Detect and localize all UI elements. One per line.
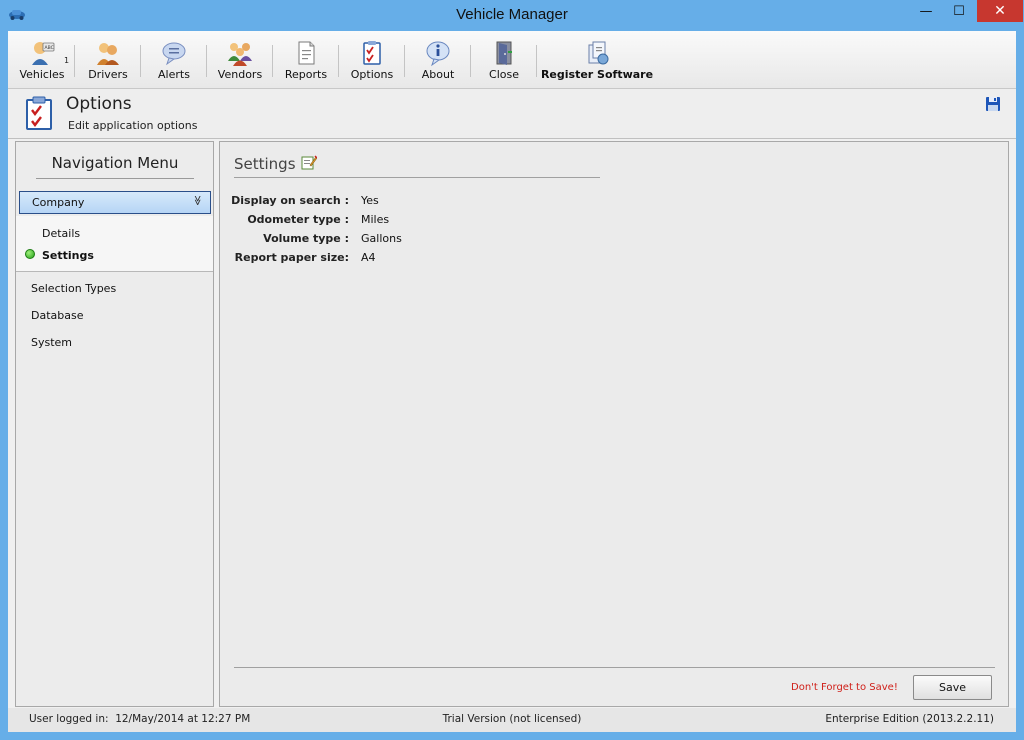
toolbar-drivers-label: Drivers — [88, 68, 128, 81]
alerts-icon — [162, 42, 186, 66]
active-status-dot-icon — [25, 249, 35, 259]
app-window: Vehicle Manager — ☐ ✕ ABC 1 Vehicles Dri… — [0, 0, 1024, 740]
setting-row-odometer-type: Odometer type : Miles — [220, 213, 620, 231]
client-area: ABC 1 Vehicles Drivers Alerts Vendors Re… — [8, 31, 1016, 732]
save-button[interactable]: Save — [913, 675, 992, 700]
toolbar-options-button[interactable]: Options — [348, 31, 396, 89]
setting-value: Miles — [361, 213, 390, 226]
toolbar-separator — [404, 45, 405, 77]
toolbar-register-label: Register Software — [540, 68, 654, 81]
nav-group-label: Company — [32, 196, 85, 209]
toolbar-about-label: About — [421, 68, 455, 81]
setting-value: A4 — [361, 251, 376, 264]
setting-label: Report paper size: — [234, 251, 349, 264]
settings-panel: Settings Display on search : Yes Odomete… — [219, 141, 1009, 707]
nav-item-database[interactable]: Database — [31, 309, 84, 322]
toolbar-drivers-button[interactable]: Drivers — [84, 31, 132, 89]
page-title: Options — [66, 94, 132, 114]
about-icon — [426, 41, 450, 67]
toolbar-alerts-button[interactable]: Alerts — [150, 31, 198, 89]
save-disk-icon[interactable] — [985, 96, 1001, 112]
toolbar-separator — [206, 45, 207, 77]
minimize-button[interactable]: — — [911, 0, 941, 22]
options-checklist-icon — [26, 96, 52, 130]
setting-row-report-paper-size: Report paper size: A4 — [220, 251, 620, 269]
toolbar-close-label: Close — [489, 68, 519, 81]
toolbar-close-button[interactable]: Close — [480, 31, 528, 89]
page-header: Options Edit application options — [8, 89, 1016, 139]
nav-item-selection-types[interactable]: Selection Types — [31, 282, 116, 295]
page-subtitle: Edit application options — [68, 119, 198, 132]
vehicles-icon: ABC — [32, 42, 55, 65]
close-window-button[interactable]: ✕ — [977, 0, 1023, 22]
toolbar-reports-label: Reports — [284, 68, 328, 81]
toolbar-about-button[interactable]: About — [414, 31, 462, 89]
toolbar-separator — [470, 45, 471, 77]
drivers-icon — [97, 43, 119, 65]
vehicles-count-badge: 1 — [64, 56, 70, 65]
window-title: Vehicle Manager — [456, 6, 568, 23]
close-door-icon — [496, 41, 512, 65]
status-bar: User logged in: 12/May/2014 at 12:27 PM … — [8, 708, 1016, 732]
toolbar-separator — [338, 45, 339, 77]
save-reminder-text: Don't Forget to Save! — [791, 682, 898, 693]
toolbar-separator — [74, 45, 75, 77]
toolbar-vehicles-button[interactable]: ABC 1 Vehicles — [16, 31, 70, 89]
register-software-icon — [588, 41, 609, 65]
content-divider — [234, 667, 995, 668]
nav-subitem-settings[interactable]: Settings — [42, 249, 94, 262]
vendors-icon — [228, 43, 252, 66]
main-toolbar: ABC 1 Vehicles Drivers Alerts Vendors Re… — [8, 31, 1016, 89]
settings-title-row: Settings — [234, 154, 600, 178]
setting-label: Volume type : — [263, 232, 349, 245]
options-icon — [363, 41, 381, 65]
toolbar-reports-button[interactable]: Reports — [282, 31, 330, 89]
toolbar-vendors-label: Vendors — [217, 68, 263, 81]
navigation-title: Navigation Menu — [36, 154, 194, 179]
toolbar-alerts-label: Alerts — [158, 68, 190, 81]
toolbar-register-button[interactable]: Register Software — [540, 31, 654, 89]
reports-icon — [298, 41, 315, 65]
status-edition: Enterprise Edition (2013.2.2.11) — [825, 713, 994, 725]
setting-value: Gallons — [361, 232, 402, 245]
title-bar[interactable]: Vehicle Manager — ☐ ✕ — [0, 0, 1024, 30]
toolbar-options-label: Options — [350, 68, 394, 81]
setting-value: Yes — [361, 194, 379, 207]
maximize-button[interactable]: ☐ — [944, 0, 974, 22]
settings-title: Settings — [234, 155, 296, 173]
setting-row-display-on-search: Display on search : Yes — [220, 194, 620, 212]
edit-pencil-icon[interactable] — [301, 154, 317, 170]
nav-subitem-details[interactable]: Details — [42, 227, 80, 240]
toolbar-separator — [140, 45, 141, 77]
toolbar-separator — [272, 45, 273, 77]
toolbar-vendors-button[interactable]: Vendors — [214, 31, 266, 89]
setting-label: Display on search : — [231, 194, 349, 207]
setting-row-volume-type: Volume type : Gallons — [220, 232, 620, 250]
toolbar-separator — [536, 45, 537, 77]
nav-item-system[interactable]: System — [31, 336, 72, 349]
svg-text:ABC: ABC — [45, 45, 54, 51]
toolbar-vehicles-label: Vehicles — [19, 68, 65, 81]
setting-label: Odometer type : — [247, 213, 349, 226]
